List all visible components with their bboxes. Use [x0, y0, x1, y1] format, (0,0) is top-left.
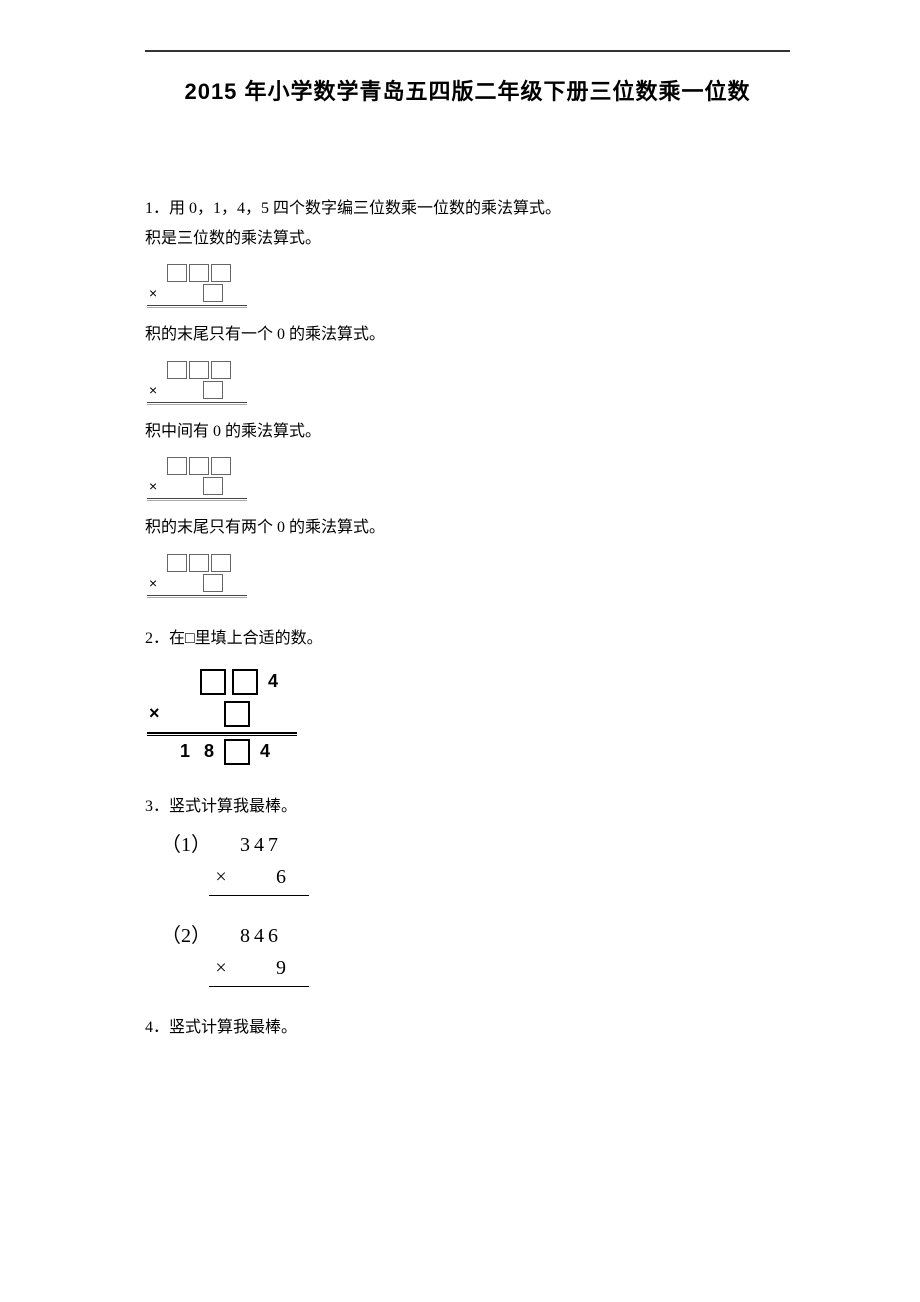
input-box[interactable] — [167, 264, 187, 282]
multiplicand: 846 — [231, 920, 291, 952]
underline — [147, 402, 247, 403]
q1-prompt: 1．用 0，1，4，5 四个数字编三位数乘一位数的乘法算式。 — [145, 196, 790, 222]
input-box[interactable] — [211, 554, 231, 572]
q3-text: 竖式计算我最棒。 — [169, 798, 297, 815]
q1-sub1: 积是三位数的乘法算式。 — [145, 226, 790, 252]
document-page: 2015 年小学数学青岛五四版二年级下册三位数乘一位数 1．用 0，1，4，5 … — [0, 0, 920, 1302]
times-sign: × — [211, 952, 231, 984]
q3-item-1: （1） 347 × 6 — [161, 829, 309, 896]
page-title: 2015 年小学数学青岛五四版二年级下册三位数乘一位数 — [145, 74, 790, 106]
input-box[interactable] — [189, 554, 209, 572]
q1-sub1-frame: × — [147, 263, 247, 308]
q3-number: 3． — [145, 798, 169, 815]
q1-sub2-frame: × — [147, 360, 247, 405]
q1-sub4-frame: × — [147, 553, 247, 598]
q2-fill: 4 × 1 8 4 — [147, 666, 297, 768]
multiplier: 6 — [271, 861, 291, 893]
digit-1: 1 — [173, 737, 197, 766]
input-box[interactable] — [200, 669, 226, 695]
underline-shadow — [147, 597, 247, 598]
q4-number: 4． — [145, 1019, 169, 1036]
times-sign: × — [147, 379, 167, 401]
times-sign: × — [147, 475, 167, 497]
input-box[interactable] — [189, 361, 209, 379]
input-box[interactable] — [189, 264, 209, 282]
times-sign: × — [147, 572, 167, 594]
digit-4: 4 — [253, 737, 277, 766]
q4-text: 竖式计算我最棒。 — [169, 1019, 297, 1036]
times-sign: × — [211, 861, 231, 893]
q3-item-2: （2） 846 × 9 — [161, 920, 309, 987]
input-box[interactable] — [203, 381, 223, 399]
underline-shadow — [147, 307, 247, 308]
underline-shadow — [147, 404, 247, 405]
input-box[interactable] — [189, 457, 209, 475]
times-sign: × — [147, 282, 167, 304]
input-box[interactable] — [211, 361, 231, 379]
q2-number: 2． — [145, 630, 169, 647]
q1-sub3: 积中间有 0 的乘法算式。 — [145, 419, 790, 445]
input-box[interactable] — [211, 264, 231, 282]
content-block: 1．用 0，1，4，5 四个数字编三位数乘一位数的乘法算式。 积是三位数的乘法算… — [145, 196, 790, 1041]
underline — [209, 986, 309, 987]
q1-text: 用 0，1，4，5 四个数字编三位数乘一位数的乘法算式。 — [169, 200, 561, 217]
input-box[interactable] — [167, 554, 187, 572]
q4-prompt: 4．竖式计算我最棒。 — [145, 1015, 790, 1041]
q2-prompt: 2．在□里填上合适的数。 — [145, 626, 790, 652]
underline — [147, 732, 297, 734]
underline — [147, 498, 247, 499]
times-sign: × — [147, 699, 173, 728]
input-box[interactable] — [167, 361, 187, 379]
multiplier: 9 — [271, 952, 291, 984]
q1-number: 1． — [145, 200, 169, 217]
q3-prompt: 3．竖式计算我最棒。 — [145, 794, 790, 820]
digit-8: 8 — [197, 737, 221, 766]
q2-text: 在□里填上合适的数。 — [169, 630, 323, 647]
underline — [147, 595, 247, 596]
q3-item-2-label: （2） — [161, 920, 211, 952]
input-box[interactable] — [167, 457, 187, 475]
input-box[interactable] — [203, 574, 223, 592]
input-box[interactable] — [203, 284, 223, 302]
q3-item-1-label: （1） — [161, 829, 211, 861]
underline — [209, 895, 309, 896]
q1-sub2: 积的末尾只有一个 0 的乘法算式。 — [145, 322, 790, 348]
q1-sub3-frame: × — [147, 456, 247, 501]
underline-shadow — [147, 500, 247, 501]
underline — [147, 305, 247, 306]
q1-sub4: 积的末尾只有两个 0 的乘法算式。 — [145, 515, 790, 541]
input-box[interactable] — [232, 669, 258, 695]
multiplicand: 347 — [231, 829, 291, 861]
header-rule — [145, 50, 790, 52]
input-box[interactable] — [203, 477, 223, 495]
input-box[interactable] — [224, 739, 250, 765]
input-box[interactable] — [224, 701, 250, 727]
digit-4: 4 — [261, 667, 285, 696]
input-box[interactable] — [211, 457, 231, 475]
